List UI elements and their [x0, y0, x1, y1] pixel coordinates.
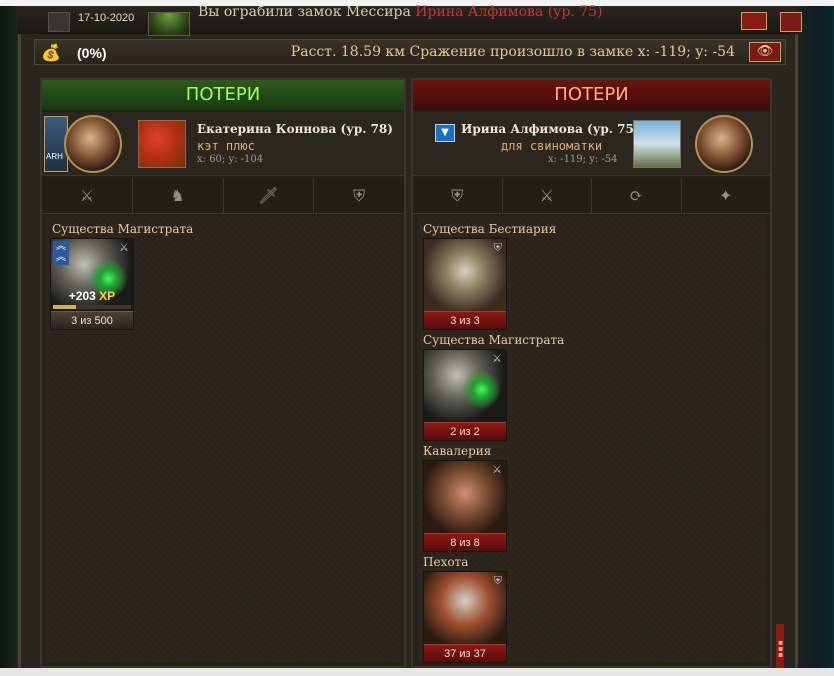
dropdown-toggle-icon[interactable]: ▼ [435, 124, 455, 142]
rank-label: ARH [46, 152, 63, 161]
stat-icons-row: ⛨ ⚔ ⟳ ✦ [413, 178, 770, 214]
report-header: 17-10-2020 Вы ограбили замок Мессира Ири… [18, 4, 802, 36]
player-banner [138, 120, 186, 168]
attacker-info: ARH Екатерина Коннова (ур. 78) кэт плюс … [42, 112, 404, 176]
veteran-chevrons-icon: ︽ ︽ [53, 241, 69, 265]
cycle-icon[interactable]: ⟳ [592, 178, 682, 213]
avatar[interactable] [695, 115, 753, 173]
units-list: Существа Магистрата ︽ ︽ ⚔ +203 XP 3 из 50… [46, 216, 400, 662]
player-coords: x: -119; y: -54 [548, 154, 618, 165]
castle-emblem-icon [148, 12, 190, 36]
info-bar: 💰 (0%) Расст. 18.59 км Сражение произошл… [34, 39, 786, 65]
loot-bags-icon: 💰 [41, 43, 61, 62]
unit-card[interactable]: ⛨ 3 из 3 [423, 238, 507, 330]
shield-icon[interactable]: ⛨ [413, 178, 503, 213]
eye-icon[interactable]: 👁 [749, 42, 781, 62]
group-label: Пехота [423, 555, 469, 569]
unit-count: 2 из 2 [424, 422, 506, 440]
loot-percent: (0%) [77, 45, 107, 61]
group-label: Кавалерия [423, 444, 492, 458]
delete-button[interactable] [741, 12, 767, 30]
guild-name[interactable]: кэт плюс [197, 139, 255, 153]
avatar[interactable] [64, 115, 122, 173]
guild-name[interactable]: для свиноматки [501, 139, 602, 153]
player-name[interactable]: Екатерина Коннова (ур. 78) [197, 122, 393, 136]
weapon-icon: ⚔ [492, 352, 502, 365]
background-right [794, 6, 834, 668]
unit-count: 37 из 37 [424, 644, 506, 662]
bottom-strip [0, 668, 834, 676]
shield-icon[interactable]: ⛨ [314, 178, 404, 213]
shield-icon: ⛨ [493, 241, 502, 254]
attack-icon[interactable]: ⚔ [503, 178, 592, 213]
battle-location: Расст. 18.59 км Сражение произошло в зам… [290, 44, 735, 60]
background-left [0, 6, 20, 668]
back-button[interactable] [48, 12, 70, 32]
unit-card[interactable]: ⚔ 2 из 2 [423, 349, 507, 441]
player-coords: x: 60; y: -104 [197, 154, 264, 165]
stat-icons-row: ⚔ ♞ 🗡 ⛨ [42, 178, 404, 214]
player-name[interactable]: Ирина Алфимова (ур. 75) [461, 122, 640, 136]
unit-count: 3 из 500 [51, 311, 133, 329]
flag-button[interactable] [780, 12, 802, 32]
spell-icon[interactable]: ✦ [682, 178, 771, 213]
xp-bar [53, 305, 131, 309]
unit-card[interactable]: ⛨ 37 из 37 [423, 571, 507, 663]
attack-icon[interactable]: ⚔ [42, 178, 133, 213]
xp-unit: XP [99, 289, 116, 303]
xp-gain: +203 XP [51, 289, 133, 303]
weapon-icon: ⚔ [492, 463, 502, 476]
xp-bar-fill [53, 305, 77, 309]
message-prefix: Вы ограбили замок Мессира [198, 4, 411, 20]
report-date: 17-10-2020 [78, 12, 135, 24]
scroll-grip-icon[interactable]: ▪ ▪ ▪ [778, 639, 783, 660]
defender-info: ▼ Ирина Алфимова (ур. 75) для свиноматки… [413, 112, 770, 176]
weapon-icon: ⚔ [119, 241, 129, 254]
unit-count: 8 из 8 [424, 533, 506, 551]
losses-title: ПОТЕРИ [42, 80, 404, 110]
unit-card[interactable]: ︽ ︽ ⚔ +203 XP 3 из 500 [50, 238, 134, 330]
unit-card[interactable]: ⚔ 8 из 8 [423, 460, 507, 552]
player-banner [633, 120, 681, 168]
message-target[interactable]: Ирина Алфимова (ур. 75) [415, 4, 602, 20]
report-message: Вы ограбили замок Мессира Ирина Алфимова… [198, 4, 603, 20]
xp-value: +203 [68, 289, 96, 303]
unit-count: 3 из 3 [424, 311, 506, 329]
group-label: Существа Магистрата [423, 333, 565, 347]
group-label: Существа Магистрата [52, 222, 194, 236]
horse-icon[interactable]: ♞ [133, 178, 224, 213]
shield-icon: ⛨ [493, 574, 502, 587]
units-list: Существа Бестиария ⛨ 3 из 3 Существа Маг… [417, 216, 766, 663]
group-label: Существа Бестиария [423, 222, 557, 236]
losses-title: ПОТЕРИ [413, 80, 770, 110]
attacker-losses-panel: ПОТЕРИ ARH Екатерина Коннова (ур. 78) кэ… [40, 78, 406, 668]
sword-icon[interactable]: 🗡 [224, 178, 315, 213]
defender-losses-panel: ПОТЕРИ ▼ Ирина Алфимова (ур. 75) для сви… [411, 78, 772, 668]
